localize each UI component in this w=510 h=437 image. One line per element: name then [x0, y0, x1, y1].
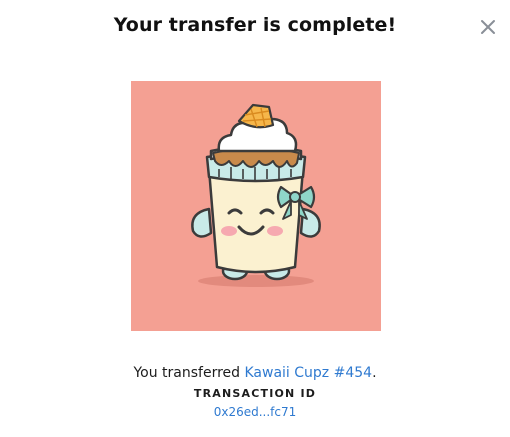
summary-suffix: .	[372, 365, 377, 381]
nft-image	[131, 81, 381, 331]
transaction-id-link[interactable]: 0x26ed...fc71	[214, 405, 297, 419]
dialog-title: Your transfer is complete!	[113, 14, 397, 36]
kawaii-cup-icon	[191, 103, 321, 287]
close-icon	[481, 20, 495, 34]
close-button[interactable]	[478, 17, 498, 37]
transfer-complete-dialog: Your transfer is complete! You transferr…	[0, 0, 510, 437]
item-link[interactable]: Kawaii Cupz #454	[245, 365, 373, 381]
transaction-id-label: TRANSACTION ID	[193, 387, 317, 400]
transaction-id: 0x26ed...fc71	[0, 405, 510, 419]
transfer-summary: You transferred Kawaii Cupz #454.	[0, 365, 510, 381]
summary-prefix: You transferred	[133, 365, 245, 381]
